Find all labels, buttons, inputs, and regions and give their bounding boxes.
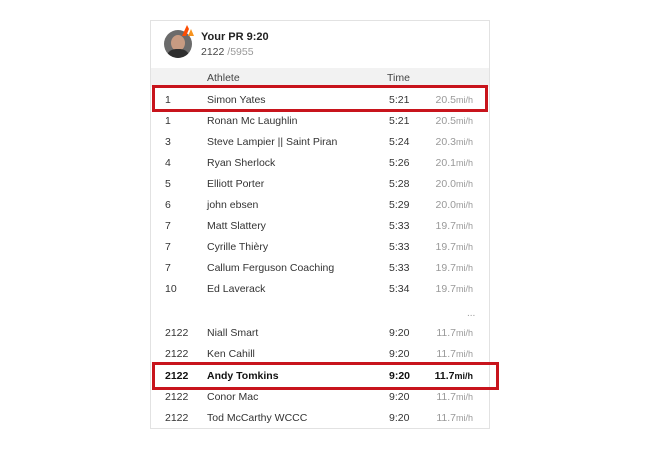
row-athlete-link[interactable]: Ed Laverack <box>207 283 265 295</box>
row-time: 5:34 <box>389 283 410 295</box>
row-rank: 7 <box>165 220 171 232</box>
table-row[interactable]: 10 Ed Laverack 5:34 19.7mi/h <box>151 279 489 300</box>
table-row[interactable]: 7 Matt Slattery 5:33 19.7mi/h <box>151 216 489 237</box>
highlight-box-top-rider <box>152 85 488 112</box>
row-athlete-link[interactable]: Elliott Porter <box>207 178 264 190</box>
row-rank: 1 <box>165 115 171 127</box>
row-time: 9:20 <box>389 391 410 403</box>
row-time: 5:28 <box>389 178 410 190</box>
highlight-box-current-athlete <box>152 362 499 390</box>
row-athlete-link[interactable]: Niall Smart <box>207 327 258 339</box>
table-row[interactable]: 2122 Niall Smart 9:20 11.7mi/h <box>151 323 489 344</box>
table-row[interactable]: 3 Steve Lampier || Saint Piran 5:24 20.3… <box>151 132 489 153</box>
row-time: 5:33 <box>389 241 410 253</box>
pr-badge-icon <box>182 25 194 36</box>
row-rank: 3 <box>165 136 171 148</box>
column-athlete: Athlete <box>207 72 240 84</box>
row-time: 9:20 <box>389 412 410 424</box>
ellipsis: ... <box>467 308 476 319</box>
row-athlete-link[interactable]: Cyrille Thièry <box>207 241 268 253</box>
table-row[interactable]: 7 Cyrille Thièry 5:33 19.7mi/h <box>151 237 489 258</box>
pr-rank-total: /5955 <box>227 46 254 58</box>
row-athlete-link[interactable]: Callum Ferguson Coaching <box>207 262 334 274</box>
row-athlete-link[interactable]: john ebsen <box>207 199 258 211</box>
row-speed: 20.1mi/h <box>435 157 473 169</box>
row-speed: 20.5mi/h <box>435 115 473 127</box>
pr-rank: 2122 /5955 <box>201 46 254 58</box>
row-rank: 2122 <box>165 327 189 339</box>
row-rank: 2122 <box>165 391 189 403</box>
row-athlete-link[interactable]: Matt Slattery <box>207 220 266 232</box>
row-time: 5:26 <box>389 157 410 169</box>
row-speed: 11.7mi/h <box>436 348 473 360</box>
pr-header: Your PR 9:20 2122 /5955 <box>151 21 489 65</box>
row-speed: 19.7mi/h <box>435 283 473 295</box>
row-rank: 6 <box>165 199 171 211</box>
table-row[interactable]: 2122 Conor Mac 9:20 11.7mi/h <box>151 387 489 408</box>
table-row[interactable]: 5 Elliott Porter 5:28 20.0mi/h <box>151 174 489 195</box>
row-athlete-link[interactable]: Ronan Mc Laughlin <box>207 115 297 127</box>
row-time: 5:29 <box>389 199 410 211</box>
row-athlete-link[interactable]: Ken Cahill <box>207 348 255 360</box>
row-time: 9:20 <box>389 348 410 360</box>
row-rank: 2122 <box>165 412 189 424</box>
table-row[interactable]: 7 Callum Ferguson Coaching 5:33 19.7mi/h <box>151 258 489 279</box>
table-row[interactable]: 2122 Tod McCarthy WCCC 9:20 11.7mi/h <box>151 408 489 429</box>
pr-rank-value: 2122 <box>201 46 225 58</box>
row-athlete-link[interactable]: Steve Lampier || Saint Piran <box>207 136 337 148</box>
row-speed: 19.7mi/h <box>435 220 473 232</box>
row-time: 5:33 <box>389 220 410 232</box>
row-rank: 5 <box>165 178 171 190</box>
row-speed: 19.7mi/h <box>435 262 473 274</box>
row-rank: 2122 <box>165 348 189 360</box>
row-rank: 7 <box>165 241 171 253</box>
table-row[interactable]: 1 Ronan Mc Laughlin 5:21 20.5mi/h <box>151 111 489 132</box>
row-time: 5:33 <box>389 262 410 274</box>
row-athlete-link[interactable]: Conor Mac <box>207 391 258 403</box>
row-rank: 7 <box>165 262 171 274</box>
table-row[interactable]: 6 john ebsen 5:29 20.0mi/h <box>151 195 489 216</box>
column-time: Time <box>387 72 410 84</box>
row-speed: 20.3mi/h <box>435 136 473 148</box>
row-speed: 11.7mi/h <box>436 391 473 403</box>
row-speed: 11.7mi/h <box>436 327 473 339</box>
row-speed: 11.7mi/h <box>436 412 473 424</box>
row-time: 5:21 <box>389 115 410 127</box>
row-rank: 4 <box>165 157 171 169</box>
pr-title: Your PR 9:20 <box>201 31 269 43</box>
row-speed: 20.0mi/h <box>435 199 473 211</box>
row-rank: 10 <box>165 283 177 295</box>
row-athlete-link[interactable]: Ryan Sherlock <box>207 157 275 169</box>
row-speed: 19.7mi/h <box>435 241 473 253</box>
row-time: 9:20 <box>389 327 410 339</box>
row-time: 5:24 <box>389 136 410 148</box>
row-speed: 20.0mi/h <box>435 178 473 190</box>
row-athlete-link[interactable]: Tod McCarthy WCCC <box>207 412 307 424</box>
table-row[interactable]: 4 Ryan Sherlock 5:26 20.1mi/h <box>151 153 489 174</box>
